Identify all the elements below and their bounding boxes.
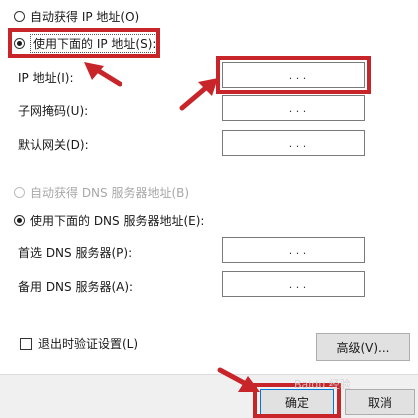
manual-dns-radio-circle[interactable] [14, 214, 25, 226]
auto-dns-radio-circle [14, 186, 25, 198]
advanced-button-label: 高级(V)... [336, 340, 390, 355]
advanced-button[interactable]: 高级(V)... [316, 333, 410, 361]
manual-dns-label: 使用下面的 DNS 服务器地址(E): [30, 213, 205, 228]
preferred-dns-input[interactable]: . . . [222, 237, 365, 263]
alternate-dns-input[interactable]: . . . [222, 271, 365, 297]
validate-settings-box[interactable] [20, 337, 32, 350]
highlight-box-manual-ip [8, 28, 160, 58]
auto-dns-radio: 自动获得 DNS 服务器地址(B) [14, 183, 189, 201]
auto-dns-label: 自动获得 DNS 服务器地址(B) [30, 185, 190, 200]
auto-ip-label: 自动获得 IP 地址(O) [30, 9, 140, 24]
alternate-dns-label: 备用 DNS 服务器(A): [18, 280, 134, 294]
validate-settings-label: 退出时验证设置(L) [38, 337, 139, 351]
default-gateway-label: 默认网关(D): [18, 138, 89, 152]
alternate-dns-value: . . . [288, 277, 307, 291]
subnet-mask-value: . . . [288, 101, 307, 115]
cancel-button[interactable]: 取消 [345, 389, 415, 415]
ip-address-label: IP 地址(I): [18, 71, 74, 85]
auto-ip-radio[interactable]: 自动获得 IP 地址(O) [14, 7, 139, 25]
subnet-mask-label: 子网掩码(U): [18, 104, 89, 118]
red-arrow-icon [217, 367, 260, 392]
auto-ip-radio-circle[interactable] [14, 10, 25, 22]
default-gateway-value: . . . [288, 136, 307, 150]
red-arrow-icon [84, 62, 122, 87]
watermark-text: Baidu 经验 [294, 378, 351, 391]
highlight-box-ip-address [216, 56, 371, 94]
cancel-button-label: 取消 [367, 395, 392, 410]
validate-settings-checkbox[interactable]: 退出时验证设置(L) [20, 335, 138, 352]
manual-dns-radio[interactable]: 使用下面的 DNS 服务器地址(E): [14, 211, 204, 229]
subnet-mask-input[interactable]: . . . [222, 95, 365, 121]
footer-divider [0, 374, 418, 375]
preferred-dns-value: . . . [288, 243, 307, 257]
red-arrow-icon [179, 78, 218, 111]
preferred-dns-label: 首选 DNS 服务器(P): [18, 246, 133, 260]
default-gateway-input[interactable]: . . . [222, 130, 365, 156]
